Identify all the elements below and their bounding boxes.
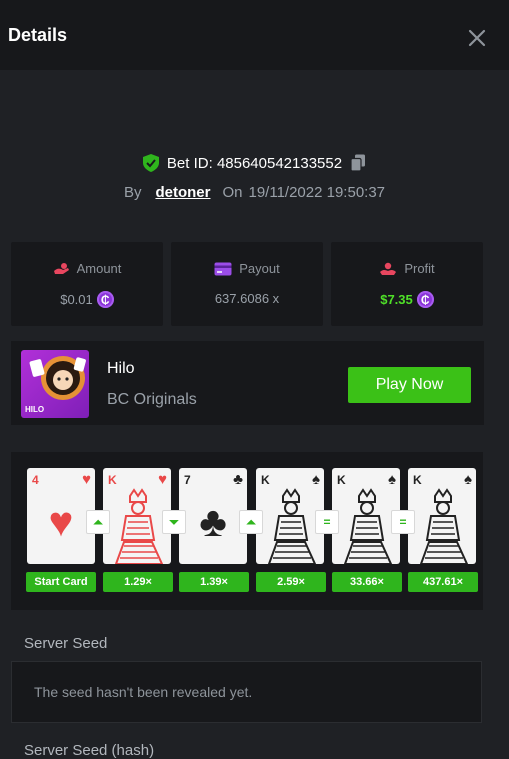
card-suit: ♣ bbox=[233, 471, 243, 488]
game-thumbnail[interactable]: HILO bbox=[21, 350, 89, 418]
king-figure-icon bbox=[267, 488, 317, 564]
guess-lower-icon: ⏷ bbox=[162, 510, 186, 534]
payout-icon bbox=[214, 262, 232, 275]
profit-value: $7.35 bbox=[380, 292, 413, 307]
king-figure-icon bbox=[343, 488, 393, 564]
bet-stats: Amount $0.01 ₵ Payout 637.6086 x Profit bbox=[11, 242, 484, 326]
playing-card: 7 ♣ ♣ bbox=[179, 468, 247, 564]
by-label: By bbox=[123, 183, 142, 201]
payout-stat: Payout 637.6086 x bbox=[171, 242, 323, 326]
guess-higher-icon: ⏶ bbox=[239, 510, 263, 534]
card-suit: ♠ bbox=[388, 471, 396, 488]
coin-icon: ₵ bbox=[416, 291, 434, 308]
amount-label: Amount bbox=[76, 261, 122, 276]
thumbnail-label: HILO bbox=[25, 405, 45, 414]
server-seed-box: The seed hasn't been revealed yet. bbox=[11, 661, 482, 723]
multiplier-badge: 33.66× bbox=[332, 572, 402, 592]
playing-card: K ♥ bbox=[103, 468, 171, 564]
playing-card: 4 ♥ ♥ bbox=[27, 468, 95, 564]
profit-icon bbox=[380, 262, 397, 275]
card-rank: K bbox=[413, 473, 422, 487]
card-rank: K bbox=[337, 473, 346, 487]
multiplier-badge: 1.39× bbox=[179, 572, 249, 592]
card-suit: ♥ bbox=[82, 471, 91, 488]
card-suit: ♠ bbox=[464, 471, 472, 488]
play-now-button[interactable]: Play Now bbox=[348, 367, 471, 403]
server-seed-label: Server Seed bbox=[24, 635, 108, 652]
coin-icon: ₵ bbox=[96, 291, 114, 308]
guess-same-icon: = bbox=[391, 510, 415, 534]
close-icon[interactable] bbox=[466, 27, 488, 49]
card-rank: 4 bbox=[32, 473, 39, 487]
card-rank: K bbox=[108, 473, 117, 487]
amount-value: $0.01 bbox=[60, 292, 93, 307]
card-suit: ♠ bbox=[312, 471, 320, 488]
guess-same-icon: = bbox=[315, 510, 339, 534]
server-seed-hash-label: Server Seed (hash) bbox=[24, 742, 155, 759]
playing-card: K ♠ bbox=[408, 468, 476, 564]
bet-id-row: Bet ID: 485640542133552 bbox=[0, 152, 509, 174]
payout-label: Payout bbox=[239, 261, 280, 276]
card-history: 4 ♥ ♥ Start Card K ♥ 1.29× 7 ♣ ♣ 1.39× K ♠ 2.59× K ♠ 33.… bbox=[11, 452, 483, 610]
multiplier-badge: 437.61× bbox=[408, 572, 478, 592]
playing-card: K ♠ bbox=[332, 468, 400, 564]
card-rank: 7 bbox=[184, 473, 191, 487]
on-label: On bbox=[222, 183, 243, 201]
playing-card: K ♠ bbox=[256, 468, 324, 564]
amount-stat: Amount $0.01 ₵ bbox=[11, 242, 163, 326]
card-center-suit: ♣ bbox=[199, 498, 227, 545]
bet-meta-row: By detoner On 19/11/2022 19:50:37 bbox=[0, 182, 509, 202]
username-link[interactable]: detoner bbox=[155, 184, 210, 201]
shield-check-icon bbox=[142, 154, 159, 172]
copy-icon[interactable] bbox=[350, 154, 366, 172]
amount-icon bbox=[53, 262, 69, 274]
guess-higher-icon: ⏶ bbox=[86, 510, 110, 534]
card-suit: ♥ bbox=[158, 471, 167, 488]
modal-header: Details bbox=[0, 0, 509, 70]
card-rank: K bbox=[261, 473, 270, 487]
profit-stat: Profit $7.35 ₵ bbox=[331, 242, 483, 326]
page-title: Details bbox=[8, 25, 68, 45]
game-name: Hilo bbox=[107, 360, 135, 377]
king-figure-icon bbox=[114, 488, 164, 564]
profit-label: Profit bbox=[404, 261, 435, 276]
multiplier-badge: 2.59× bbox=[256, 572, 326, 592]
server-seed-message: The seed hasn't been revealed yet. bbox=[34, 684, 253, 700]
multiplier-badge: Start Card bbox=[26, 572, 96, 592]
game-provider: BC Originals bbox=[107, 391, 197, 408]
payout-value: 637.6086 x bbox=[214, 291, 280, 306]
king-figure-icon bbox=[419, 488, 469, 564]
bet-datetime: 19/11/2022 19:50:37 bbox=[248, 183, 386, 201]
card-center-suit: ♥ bbox=[48, 498, 74, 545]
bet-id: Bet ID: 485640542133552 bbox=[166, 154, 343, 172]
game-card: HILO Hilo BC Originals Play Now bbox=[11, 341, 484, 425]
multiplier-badge: 1.29× bbox=[103, 572, 173, 592]
